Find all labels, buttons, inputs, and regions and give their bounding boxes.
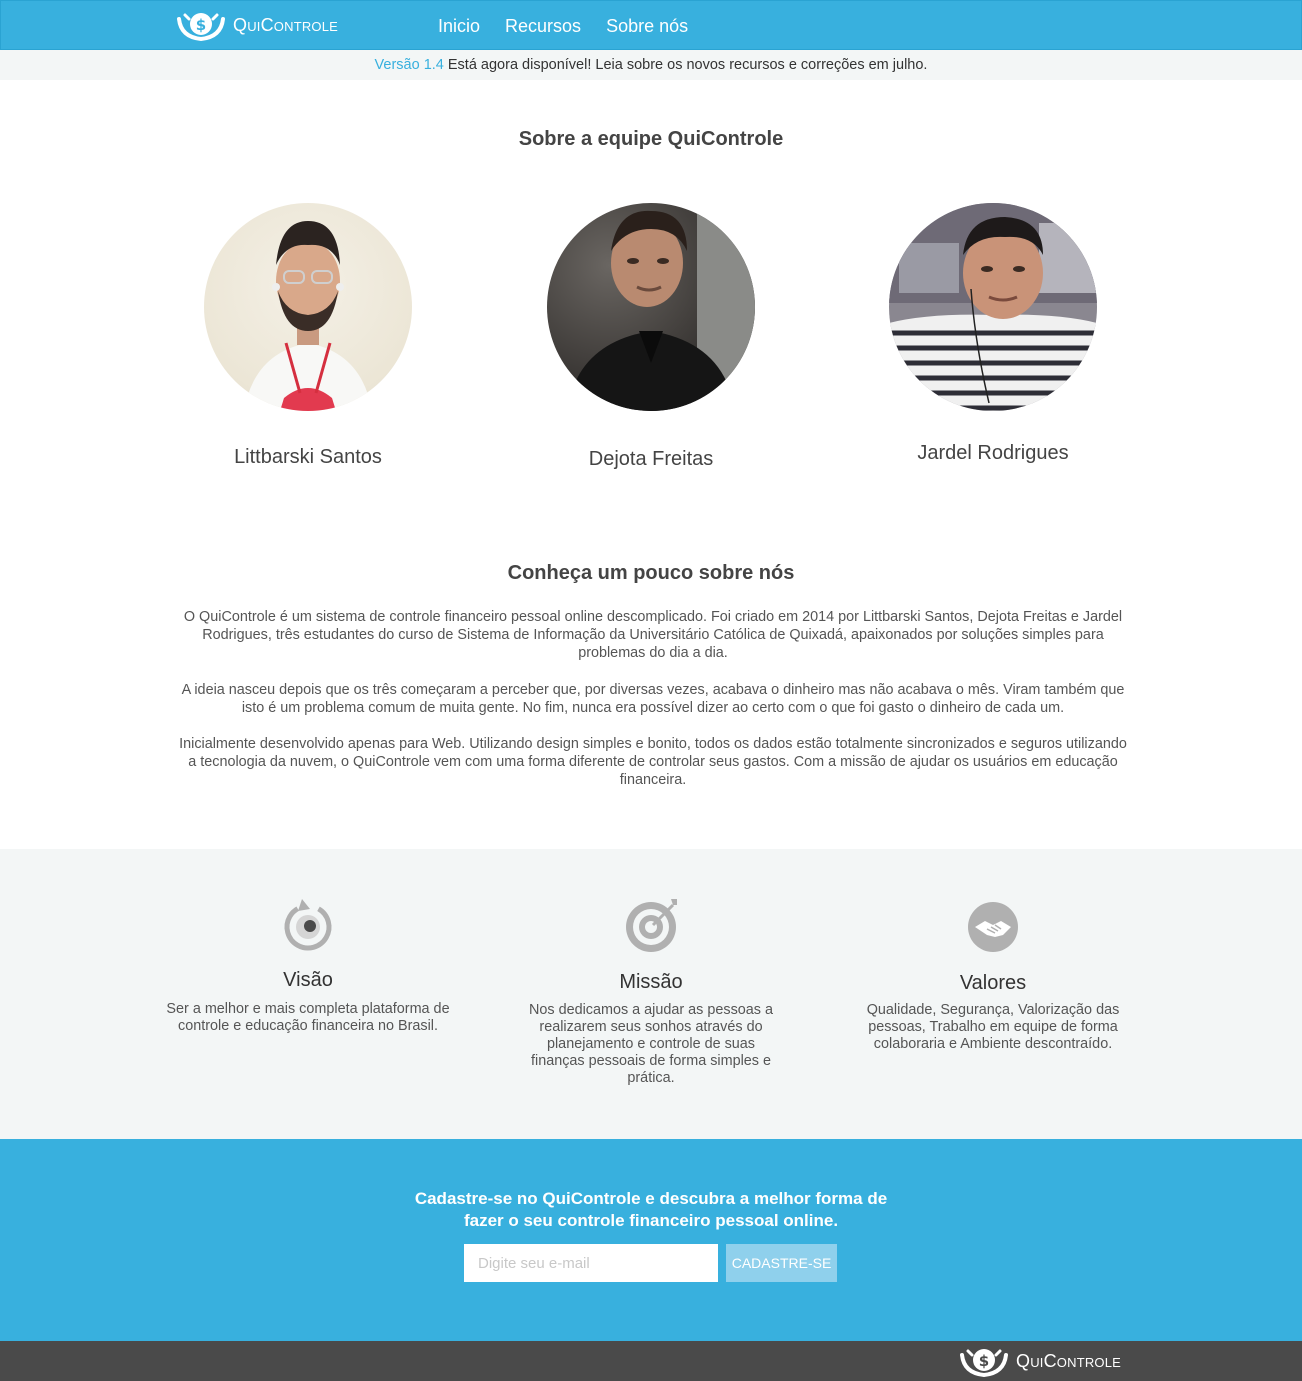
brand-name: QuiControle xyxy=(233,14,339,35)
svg-text:$: $ xyxy=(196,16,206,34)
footer-logo[interactable]: $ QuiControle xyxy=(958,1345,1121,1377)
about-paragraph: O QuiControle é um sistema de controle f… xyxy=(183,609,1123,661)
team-section-title: Sobre a equipe QuiControle xyxy=(518,128,784,150)
member-name: Dejota Freitas xyxy=(588,448,714,470)
team-member-card: Littbarski Santos xyxy=(158,203,458,468)
main-nav: Inicio Recursos Sobre nós xyxy=(438,16,688,37)
member-name: Jardel Rodrigues xyxy=(917,442,1069,464)
signup-button[interactable]: CADASTRE-SE xyxy=(726,1244,837,1282)
feature-title: Valores xyxy=(959,972,1027,994)
nav-item-recursos[interactable]: Recursos xyxy=(505,16,581,37)
announcement-text: Está agora disponível! Leia sobre os nov… xyxy=(447,57,928,73)
feature-card-valores: Valores Qualidade, Segurança, Valorizaçã… xyxy=(848,897,1138,1052)
signup-title: Cadastre-se no QuiControle e descubra a … xyxy=(414,1189,888,1230)
feature-title: Visão xyxy=(283,969,333,991)
feature-text: Ser a melhor e mais completa plataforma … xyxy=(166,1001,450,1034)
email-input[interactable] xyxy=(464,1244,718,1282)
features-section: Visão Ser a melhor e mais completa plata… xyxy=(0,849,1302,1139)
team-member-card: Dejota Freitas xyxy=(501,203,801,470)
feature-card-missao: Missão Nos dedicamos a ajudar as pessoas… xyxy=(506,897,796,1086)
footer: $ QuiControle xyxy=(0,1341,1302,1381)
brand-logo[interactable]: $ QuiControle xyxy=(175,9,338,41)
nav-item-sobre-nos[interactable]: Sobre nós xyxy=(606,16,688,37)
person-photo-littbarski xyxy=(244,221,372,411)
svg-text:$: $ xyxy=(979,1352,989,1370)
version-link[interactable]: Versão 1.4 xyxy=(375,57,444,73)
about-paragraph: Inicialmente desenvolvido apenas para We… xyxy=(179,736,1127,788)
avatar xyxy=(889,203,1097,411)
footer-brand-name: QuiControle xyxy=(1016,1350,1122,1371)
top-navbar: $ QuiControle Inicio Recursos Sobre nós xyxy=(0,0,1302,50)
announcement-bar: Versão 1.4 Está agora disponível! Leia s… xyxy=(0,50,1302,80)
member-name: Littbarski Santos xyxy=(234,446,382,468)
feature-text: Nos dedicamos a ajudar as pessoas a real… xyxy=(529,1002,773,1086)
feature-card-visao: Visão Ser a melhor e mais completa plata… xyxy=(163,897,453,1034)
eye-refresh-icon xyxy=(280,897,336,953)
avatar xyxy=(547,203,755,411)
person-photo-jardel xyxy=(889,203,1097,411)
person-photo-dejota xyxy=(567,203,755,411)
piggy-coin-logo-icon: $ xyxy=(177,13,225,41)
feature-title: Missão xyxy=(619,971,683,993)
team-member-card: Jardel Rodrigues xyxy=(843,203,1143,464)
target-icon xyxy=(623,897,679,953)
feature-text: Qualidade, Segurança, Valorização das pe… xyxy=(866,1002,1120,1052)
about-section-title: Conheça um pouco sobre nós xyxy=(507,562,795,584)
about-paragraph: A ideia nasceu depois que os três começa… xyxy=(181,682,1125,716)
nav-item-inicio[interactable]: Inicio xyxy=(438,16,480,37)
avatar xyxy=(204,203,412,411)
handshake-icon xyxy=(965,897,1021,953)
signup-section: Cadastre-se no QuiControle e descubra a … xyxy=(0,1139,1302,1341)
piggy-coin-logo-icon: $ xyxy=(960,1349,1008,1377)
